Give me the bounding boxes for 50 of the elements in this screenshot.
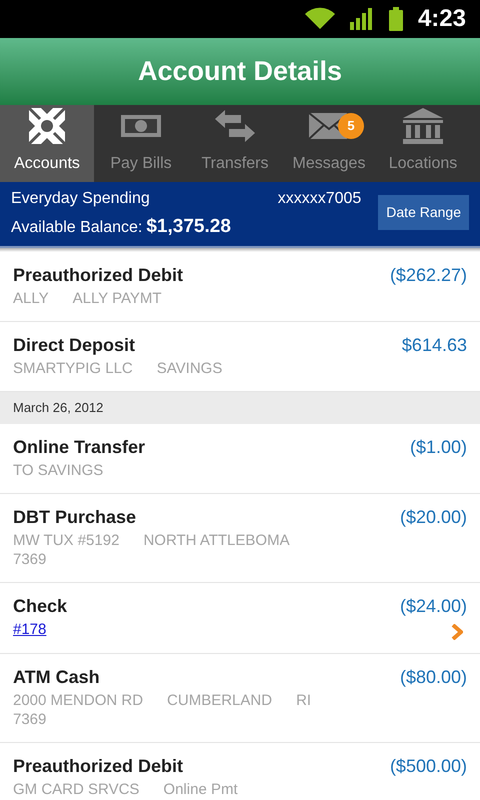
transaction-detail: TO SAVINGS bbox=[13, 461, 104, 480]
transaction-amount: ($20.00) bbox=[400, 506, 467, 529]
transaction-title: Online Transfer bbox=[13, 436, 146, 459]
transaction-title: DBT Purchase bbox=[13, 506, 138, 529]
chevron-right-icon[interactable] bbox=[451, 624, 463, 640]
banknote-icon bbox=[121, 114, 161, 136]
check-number-link[interactable]: #178 bbox=[13, 620, 46, 639]
transaction-detail: CUMBERLAND bbox=[167, 691, 272, 710]
transaction-amount: $614.63 bbox=[402, 334, 467, 357]
transaction-amount: ($24.00) bbox=[400, 595, 467, 618]
transaction-detail: Online Pmt bbox=[163, 780, 238, 799]
transaction-detail: NORTH ATTLEBOMA bbox=[143, 531, 290, 550]
transaction-detail: ALLY bbox=[13, 289, 49, 308]
transaction-detail: 7369 bbox=[13, 550, 46, 569]
transaction-amount: ($80.00) bbox=[400, 666, 467, 689]
wifi-icon bbox=[304, 7, 336, 31]
nav-tab[interactable]: Locations bbox=[376, 105, 470, 182]
clock-time: 4:23 bbox=[418, 4, 466, 34]
transaction-title: Preauthorized Debit bbox=[13, 755, 184, 778]
transaction-detail: MW TUX #5192 bbox=[13, 531, 120, 550]
account-name: Everyday Spending bbox=[11, 188, 150, 209]
date-heading: March 26, 2012 bbox=[13, 399, 104, 418]
transaction-amount: ($500.00) bbox=[390, 755, 467, 778]
bank-building-icon bbox=[403, 108, 443, 144]
transaction-title: Direct Deposit bbox=[13, 334, 136, 357]
transaction-detail: SAVINGS bbox=[156, 359, 222, 378]
nav-tab[interactable]: Pay Bills bbox=[94, 105, 188, 182]
screen-title: Account Details bbox=[138, 55, 342, 88]
transaction-detail: 7369 bbox=[13, 710, 46, 729]
nav-tab[interactable]: Transfers bbox=[188, 105, 282, 182]
balance-amount: $1,375.28 bbox=[146, 214, 231, 239]
transaction-title: Preauthorized Debit bbox=[13, 264, 184, 287]
transaction-title: ATM Cash bbox=[13, 666, 101, 689]
transaction-amount: ($1.00) bbox=[410, 436, 467, 459]
transaction-detail: ALLY PAYMT bbox=[72, 289, 162, 308]
account-number: xxxxxx7005 bbox=[278, 188, 362, 209]
arrows-icon bbox=[215, 110, 255, 142]
signal-icon bbox=[350, 8, 374, 30]
transaction-amount: ($262.27) bbox=[390, 264, 467, 287]
transaction-detail: RI bbox=[296, 691, 312, 710]
count-badge: 5 bbox=[338, 113, 364, 139]
transaction-detail: 2000 MENDON RD bbox=[13, 691, 144, 710]
battery-icon bbox=[388, 7, 404, 31]
date-range-button[interactable]: Date Range bbox=[378, 194, 469, 230]
nav-tab[interactable]: Messages 5 bbox=[282, 105, 376, 182]
transaction-detail: SMARTYPIG LLC bbox=[13, 359, 133, 378]
nav-tab[interactable]: Accounts bbox=[0, 105, 94, 182]
transaction-detail: GM CARD SRVCS bbox=[13, 780, 140, 799]
transaction-title: Check bbox=[13, 595, 68, 618]
balance-label: Available Balance: bbox=[11, 218, 142, 238]
